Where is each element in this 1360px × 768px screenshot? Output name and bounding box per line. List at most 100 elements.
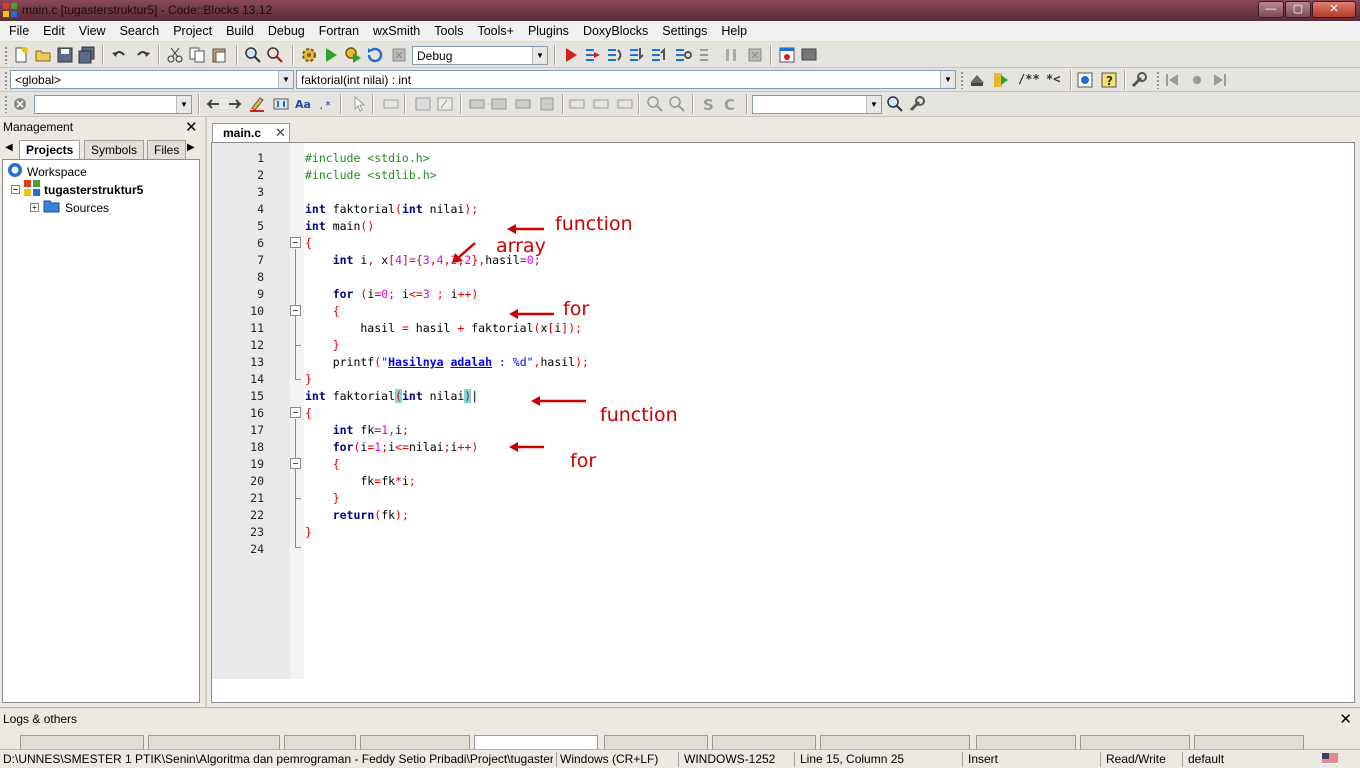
tab-scroll-left-icon[interactable]: ◀ bbox=[5, 142, 13, 153]
jump-back-icon[interactable] bbox=[1164, 71, 1182, 89]
abort-icon[interactable] bbox=[390, 46, 408, 64]
next-instruction-icon[interactable] bbox=[674, 46, 692, 64]
copy-icon[interactable] bbox=[188, 46, 206, 64]
doxywizard-icon[interactable] bbox=[968, 71, 986, 89]
wxsmith-layout-4-icon[interactable] bbox=[538, 95, 556, 113]
wxsmith-layout-1-icon[interactable] bbox=[468, 95, 486, 113]
log-tab[interactable] bbox=[148, 735, 280, 749]
fold-toggle-icon[interactable] bbox=[290, 407, 301, 418]
chevron-down-icon[interactable]: ▼ bbox=[176, 96, 191, 113]
tab-symbols[interactable]: Symbols bbox=[84, 140, 145, 159]
menu-fortran[interactable]: Fortran bbox=[312, 21, 366, 42]
next-line-icon[interactable] bbox=[606, 46, 624, 64]
debug-start-icon[interactable] bbox=[562, 46, 580, 64]
code-line[interactable]: int faktorial(int nilai); bbox=[305, 202, 478, 216]
tree-workspace[interactable]: Workspace bbox=[7, 163, 87, 180]
toolbar-grip[interactable] bbox=[4, 71, 8, 89]
zoom-in-icon[interactable] bbox=[646, 95, 664, 113]
close-icon[interactable]: ✕ bbox=[185, 118, 198, 136]
log-tab[interactable] bbox=[474, 735, 598, 749]
build-gear-icon[interactable] bbox=[300, 46, 318, 64]
code-line[interactable]: int faktorial(int nilai)| bbox=[305, 389, 478, 403]
code-line[interactable]: } bbox=[305, 525, 312, 539]
menu-wxsmith[interactable]: wxSmith bbox=[366, 21, 427, 42]
menu-tools[interactable]: Tools bbox=[427, 21, 470, 42]
find-combo-input[interactable]: ▼ bbox=[752, 95, 882, 114]
tab-main-c[interactable]: main.c ✕ bbox=[212, 123, 290, 142]
paste-icon[interactable] bbox=[210, 46, 228, 64]
doxy-line-comment-button[interactable]: *< bbox=[1046, 72, 1060, 86]
fold-toggle-icon[interactable] bbox=[290, 237, 301, 248]
pause-icon[interactable] bbox=[722, 46, 740, 64]
menu-project[interactable]: Project bbox=[166, 21, 219, 42]
toolbar-grip[interactable] bbox=[4, 46, 8, 64]
run-to-cursor-icon[interactable] bbox=[584, 46, 602, 64]
doxy-chm-icon[interactable]: ? bbox=[1100, 71, 1118, 89]
step-out-icon[interactable] bbox=[650, 46, 668, 64]
find-previous-arrow-icon[interactable] bbox=[204, 95, 222, 113]
jump-home-icon[interactable] bbox=[1188, 71, 1206, 89]
menu-tools-plus[interactable]: Tools+ bbox=[470, 21, 520, 42]
build-and-run-icon[interactable] bbox=[344, 46, 362, 64]
maximize-button[interactable]: ▢ bbox=[1285, 1, 1311, 18]
code-line[interactable]: int main() bbox=[305, 219, 374, 233]
save-all-icon[interactable] bbox=[78, 46, 96, 64]
cut-icon[interactable] bbox=[166, 46, 184, 64]
chevron-down-icon[interactable]: ▼ bbox=[940, 71, 955, 88]
code-line[interactable]: #include <stdio.h> bbox=[305, 151, 430, 165]
log-tab[interactable] bbox=[284, 735, 356, 749]
menu-doxyblocks[interactable]: DoxyBlocks bbox=[576, 21, 655, 42]
menu-plugins[interactable]: Plugins bbox=[521, 21, 576, 42]
toolbar-grip[interactable] bbox=[960, 71, 964, 89]
code-line[interactable]: return(fk); bbox=[305, 508, 409, 522]
debug-windows-icon[interactable] bbox=[778, 46, 796, 64]
wxsmith-panel-icon[interactable] bbox=[382, 95, 400, 113]
collapse-icon[interactable]: − bbox=[11, 185, 20, 194]
toolbar-grip[interactable] bbox=[4, 95, 8, 113]
zoom-out-icon[interactable] bbox=[668, 95, 686, 113]
code-line[interactable]: fk=fk*i; bbox=[305, 474, 415, 488]
menu-build[interactable]: Build bbox=[219, 21, 261, 42]
step-into-icon[interactable] bbox=[628, 46, 646, 64]
chevron-down-icon[interactable]: ▼ bbox=[866, 96, 881, 113]
code-line[interactable]: } bbox=[305, 372, 312, 386]
minimize-button[interactable]: — bbox=[1258, 1, 1284, 18]
wxsmith-c-icon[interactable]: C bbox=[722, 95, 740, 113]
code-line[interactable]: { bbox=[305, 406, 312, 420]
rebuild-icon[interactable] bbox=[366, 46, 384, 64]
code-line[interactable]: for (i=0; i<=3 ; i++) bbox=[305, 287, 479, 301]
wxsmith-sizer-3-icon[interactable] bbox=[616, 95, 634, 113]
code-line[interactable]: printf("Hasilnya adalah : %d",hasil); bbox=[305, 355, 589, 369]
menu-search[interactable]: Search bbox=[113, 21, 167, 42]
new-file-icon[interactable] bbox=[12, 46, 30, 64]
regex-icon[interactable]: .* bbox=[316, 95, 334, 113]
redo-icon[interactable] bbox=[134, 46, 152, 64]
expand-icon[interactable]: + bbox=[30, 203, 39, 212]
tab-scroll-right-icon[interactable]: ▶ bbox=[187, 142, 195, 153]
code-line[interactable]: { bbox=[305, 304, 340, 318]
menu-debug[interactable]: Debug bbox=[261, 21, 312, 42]
step-instruction-icon[interactable] bbox=[698, 46, 716, 64]
jump-forward-icon[interactable] bbox=[1210, 71, 1228, 89]
wxsmith-layout-3-icon[interactable] bbox=[514, 95, 532, 113]
build-target-select[interactable]: Debug ▼ bbox=[412, 46, 548, 65]
close-icon[interactable]: ✕ bbox=[275, 125, 286, 141]
log-tab[interactable] bbox=[1080, 735, 1190, 749]
code-line[interactable]: for(i=1;i<=nilai;i++) bbox=[305, 440, 479, 454]
wxsmith-image-icon[interactable] bbox=[414, 95, 432, 113]
log-tab[interactable] bbox=[976, 735, 1076, 749]
stop-debug-icon[interactable] bbox=[746, 46, 764, 64]
various-info-icon[interactable] bbox=[800, 46, 818, 64]
log-tab[interactable] bbox=[360, 735, 470, 749]
tree-sources[interactable]: + Sources bbox=[30, 199, 109, 216]
log-tab[interactable] bbox=[20, 735, 144, 749]
wxsmith-layout-2-icon[interactable] bbox=[490, 95, 508, 113]
code-line[interactable]: } bbox=[305, 491, 340, 505]
code-editor[interactable]: 1 #include <stdio.h> 2 #include <stdlib.h> 3… bbox=[211, 142, 1355, 703]
tab-projects[interactable]: Projects bbox=[19, 140, 81, 160]
scope-select[interactable]: <global> ▼ bbox=[10, 70, 294, 89]
find-go-icon[interactable] bbox=[886, 95, 904, 113]
selected-text-only-icon[interactable] bbox=[272, 95, 290, 113]
log-tab[interactable] bbox=[1194, 735, 1304, 749]
log-tab[interactable] bbox=[604, 735, 708, 749]
